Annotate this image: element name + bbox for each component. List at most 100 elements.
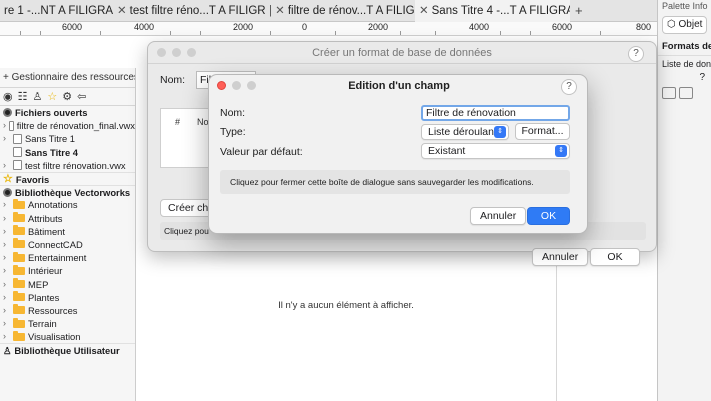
chevron-updown-icon: ⇕ xyxy=(494,126,506,138)
list-item[interactable]: › MEP xyxy=(0,277,135,290)
files-icon[interactable]: ☷ xyxy=(18,90,28,103)
new-tab-button[interactable]: + xyxy=(575,0,583,22)
list-item[interactable]: › Bâtiment xyxy=(0,225,135,238)
empty-list-message: Il n'y a aucun élément à afficher. xyxy=(278,300,414,311)
help-text: Cliquez pour fermer cette boîte de dialo… xyxy=(220,170,570,194)
ruler-mark: 0 xyxy=(302,22,308,32)
chevron-right-icon[interactable]: › xyxy=(3,132,10,145)
disc-icon[interactable]: ◉ xyxy=(3,90,13,103)
file-icon xyxy=(13,147,22,158)
object-icon: ⬡ xyxy=(667,19,679,30)
close-window-button[interactable] xyxy=(157,48,166,57)
tab-label: Sans Titre 4 -...T A FILIGRANE xyxy=(431,5,570,17)
field-name-input[interactable]: Filtre de rénovation xyxy=(421,105,570,121)
chevron-right-icon[interactable]: › xyxy=(3,291,10,304)
folder-icon xyxy=(13,198,25,209)
list-item[interactable]: › Ressources xyxy=(0,304,135,317)
formats-label: Formats de b xyxy=(662,41,711,52)
close-icon[interactable]: ✕ xyxy=(419,5,429,17)
ruler-mark: 6000 xyxy=(62,22,83,32)
tab-label: test filtre réno...T A FILIGRANE xyxy=(129,5,265,17)
tab-document-4[interactable]: ✕Sans Titre 4 -...T A FILIGRANE xyxy=(415,0,570,22)
grid-view-icon[interactable] xyxy=(662,87,676,99)
chevron-right-icon[interactable]: › xyxy=(3,278,10,291)
default-value-label: Valeur par défaut: xyxy=(220,146,303,158)
chevron-right-icon[interactable]: › xyxy=(3,212,10,225)
disc-icon xyxy=(3,108,12,118)
section-vectorworks-library[interactable]: Bibliothèque Vectorworks xyxy=(0,185,135,198)
tab-document-1[interactable]: re 1 -...NT A FILIGRANE xyxy=(0,0,113,22)
list-item[interactable]: › Plantes xyxy=(0,291,135,304)
section-open-files[interactable]: Fichiers ouverts xyxy=(0,106,135,119)
back-arrow-icon[interactable]: ⇦ xyxy=(77,90,86,103)
section-user-library[interactable]: ♙ Bibliothèque Utilisateur xyxy=(0,343,135,356)
star-icon[interactable]: ☆ xyxy=(47,90,57,103)
palette-title: Palette Info xyxy=(662,1,708,11)
ruler-tick xyxy=(40,31,41,35)
close-icon[interactable]: | ✕ xyxy=(269,5,285,17)
close-icon[interactable]: ✕ xyxy=(117,5,127,17)
column-header-number: # xyxy=(175,117,181,127)
user-icon[interactable]: ♙ xyxy=(32,90,42,103)
list-item[interactable]: › Sans Titre 1 xyxy=(0,132,135,145)
chevron-right-icon[interactable]: › xyxy=(3,238,10,251)
tab-label: filtre de rénov...T A FILIGRANE xyxy=(287,5,415,17)
ok-button[interactable]: OK xyxy=(590,248,640,266)
star-icon: ☆ xyxy=(3,172,13,185)
ruler-mark: 800 xyxy=(636,22,652,32)
object-tab-button[interactable]: ⬡ Objet xyxy=(662,16,707,34)
name-label: Nom: xyxy=(160,74,186,86)
list-item[interactable]: › ConnectCAD xyxy=(0,238,135,251)
list-item[interactable]: › Entertainment xyxy=(0,251,135,264)
list-item[interactable]: › Visualisation xyxy=(0,330,135,343)
default-value-select-value: Existant xyxy=(428,145,466,157)
tab-document-3[interactable]: | ✕filtre de rénov...T A FILIGRANE xyxy=(265,0,415,22)
help-button[interactable]: ? xyxy=(628,46,644,62)
type-label: Type: xyxy=(220,126,246,138)
chevron-right-icon[interactable]: › xyxy=(3,251,10,264)
chevron-right-icon[interactable]: › xyxy=(3,264,10,277)
list-item[interactable]: Sans Titre 4 xyxy=(0,146,135,159)
list-view-icon[interactable] xyxy=(679,87,693,99)
minimize-window-button[interactable] xyxy=(172,48,181,57)
folder-icon xyxy=(13,278,25,289)
edit-field-dialog: Edition d'un champ ? Nom: Filtre de réno… xyxy=(208,74,588,234)
ruler-tick xyxy=(200,31,201,35)
chevron-right-icon[interactable]: › xyxy=(3,304,10,317)
section-favorites[interactable]: ☆ Favoris xyxy=(0,171,135,185)
tab-document-2[interactable]: ✕test filtre réno...T A FILIGRANE xyxy=(113,0,265,22)
folder-icon xyxy=(13,291,25,302)
ruler-mark: 2000 xyxy=(368,22,389,32)
list-item[interactable]: › Intérieur xyxy=(0,264,135,277)
help-button[interactable]: ? xyxy=(561,79,577,95)
ruler-mark: 6000 xyxy=(552,22,573,32)
list-item[interactable]: › Annotations xyxy=(0,198,135,211)
format-button[interactable]: Format... xyxy=(515,123,570,140)
folder-icon xyxy=(13,304,25,315)
chevron-right-icon[interactable]: › xyxy=(3,225,10,238)
zoom-window-button[interactable] xyxy=(187,48,196,57)
default-value-select[interactable]: Existant ⇕ xyxy=(421,143,570,159)
list-item[interactable]: › test filtre rénovation.vwx xyxy=(0,159,135,172)
folder-icon xyxy=(13,330,25,341)
chevron-right-icon[interactable]: › xyxy=(3,330,10,343)
chevron-right-icon[interactable]: › xyxy=(3,198,10,211)
ok-button[interactable]: OK xyxy=(527,207,570,225)
chevron-updown-icon: ⇕ xyxy=(555,145,567,157)
folder-icon xyxy=(13,317,25,328)
type-select[interactable]: Liste déroulante ⇕ xyxy=(421,124,509,140)
gear-icon[interactable]: ⚙ xyxy=(62,90,72,103)
help-icon[interactable]: ? xyxy=(658,72,711,83)
list-item[interactable]: › Terrain xyxy=(0,317,135,330)
folder-icon xyxy=(13,251,25,262)
resource-manager-panel: + Gestionnaire des ressources ◉ ☷ ♙ ☆ ⚙ … xyxy=(0,68,136,401)
chevron-right-icon[interactable]: › xyxy=(3,317,10,330)
chevron-right-icon[interactable]: › xyxy=(3,119,6,132)
list-item[interactable]: › filtre de rénovation_final.vwx xyxy=(0,119,135,132)
cancel-button[interactable]: Annuler xyxy=(532,248,589,266)
file-icon xyxy=(13,133,22,144)
chevron-right-icon[interactable]: › xyxy=(3,159,10,172)
cancel-button[interactable]: Annuler xyxy=(470,207,527,225)
list-item[interactable]: › Attributs xyxy=(0,212,135,225)
file-icon xyxy=(13,160,22,171)
